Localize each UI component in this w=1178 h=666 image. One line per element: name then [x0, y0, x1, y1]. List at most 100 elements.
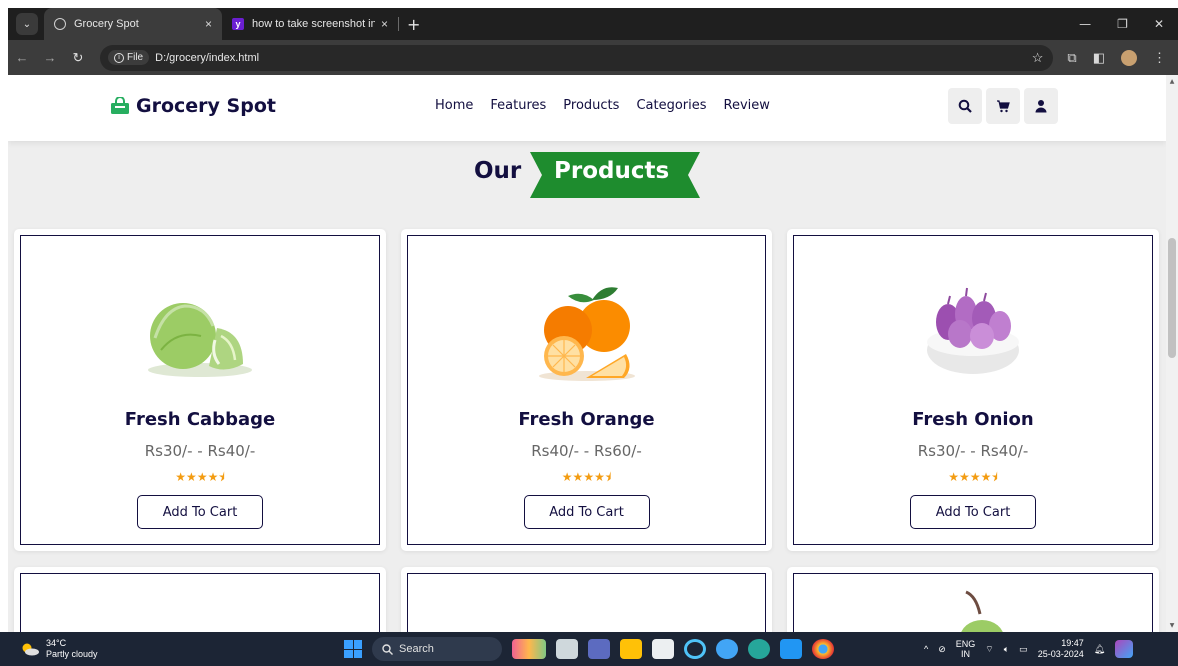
- nav-features[interactable]: Features: [490, 98, 546, 113]
- widgets-icon[interactable]: [512, 639, 546, 659]
- minimize-icon[interactable]: —: [1079, 17, 1091, 31]
- teams-icon[interactable]: [588, 639, 610, 659]
- cortana-icon[interactable]: [684, 639, 706, 659]
- rating-stars: ★★★★⯨: [21, 468, 379, 489]
- windows-start-icon[interactable]: [344, 640, 362, 658]
- cabbage-image: [148, 303, 252, 377]
- product-card: Fresh Cabbage Rs30/- - Rs40/- ★★★★⯨ Add …: [14, 229, 386, 551]
- back-icon[interactable]: ←: [8, 50, 36, 65]
- cart-icon[interactable]: [986, 88, 1020, 124]
- restore-icon[interactable]: ❐: [1117, 17, 1128, 31]
- brand-logo[interactable]: Grocery Spot: [110, 95, 276, 117]
- product-card: [401, 567, 772, 632]
- shopping-bag-icon: [111, 97, 129, 114]
- product-price: Rs30/- - Rs40/-: [144, 442, 256, 460]
- chrome-icon[interactable]: [812, 639, 834, 659]
- browser-toolbar: ← → ↻ i File D:/grocery/index.html ☆ ⧉ ◧…: [8, 40, 1178, 75]
- rating-stars: ★★★★⯨: [794, 468, 1152, 489]
- product-card: [787, 567, 1159, 632]
- store-icon[interactable]: [652, 639, 674, 659]
- screen-border: [0, 0, 1178, 8]
- star-icon: ★: [959, 470, 970, 484]
- scroll-up-icon[interactable]: ▲: [1166, 78, 1178, 85]
- heading-plain: Our: [474, 158, 522, 184]
- browser-tab-inactive[interactable]: y how to take screenshot in lapto ×: [222, 8, 398, 40]
- add-to-cart-button[interactable]: Add To Cart: [523, 495, 650, 529]
- windows-taskbar: 34°C Partly cloudy Search ^ ⊘ ENG IN ⌔ 🔈…: [0, 632, 1178, 666]
- tab-search-button[interactable]: ⌄: [16, 13, 38, 35]
- star-half-icon: ⯨: [604, 470, 612, 484]
- wifi-icon[interactable]: ⌔: [985, 644, 993, 655]
- side-panel-icon[interactable]: ◧: [1093, 50, 1105, 66]
- site-info-chip[interactable]: i File: [108, 50, 150, 65]
- partly-cloudy-icon: [22, 643, 39, 656]
- pear-image: [961, 590, 1003, 632]
- system-tray: ^ ⊘ ENG IN ⌔ 🔈︎ ▭ 19:47 25-03-2024 🔔︎: [924, 632, 1134, 666]
- weather-widget[interactable]: 34°C Partly cloudy: [0, 638, 200, 660]
- close-tab-icon[interactable]: ×: [381, 17, 388, 31]
- app-icon[interactable]: [716, 639, 738, 659]
- close-window-icon[interactable]: ✕: [1154, 17, 1164, 31]
- star-icon: ★: [175, 470, 187, 484]
- toolbar-actions: ⧉ ◧ ⋮: [1067, 49, 1178, 66]
- heading-highlight: Products: [554, 158, 670, 184]
- language-indicator[interactable]: ENG IN: [956, 639, 976, 659]
- taskbar-search[interactable]: Search: [372, 637, 502, 661]
- section-heading: Our Products: [8, 152, 1166, 198]
- page-viewport: Grocery Spot Home Features Products Cate…: [8, 75, 1166, 632]
- product-card: Fresh Onion Rs30/- - Rs40/- ★★★★⯨ Add To…: [787, 229, 1159, 551]
- copilot-icon[interactable]: [1115, 640, 1134, 658]
- star-icon: ★: [196, 470, 208, 484]
- add-to-cart-button[interactable]: Add To Cart: [137, 495, 263, 529]
- page-scrollbar[interactable]: ▲ ▼: [1166, 75, 1178, 632]
- clock[interactable]: 19:47 25-03-2024: [1038, 638, 1084, 660]
- star-icon: ★: [572, 470, 584, 484]
- task-view-icon[interactable]: [556, 639, 578, 659]
- nav-home[interactable]: Home: [435, 98, 473, 113]
- notification-bell-icon[interactable]: 🔔︎: [1094, 644, 1105, 655]
- rating-stars: ★★★★⯨: [408, 468, 765, 489]
- header-icons: [948, 88, 1058, 124]
- search-icon[interactable]: [948, 88, 982, 124]
- browser-menu-icon[interactable]: ⋮: [1153, 50, 1166, 66]
- star-icon: ★: [969, 470, 981, 484]
- orange-image: [538, 287, 635, 381]
- nav-review[interactable]: Review: [724, 98, 770, 113]
- network-off-icon[interactable]: ⊘: [938, 644, 946, 655]
- battery-icon[interactable]: ▭: [1019, 644, 1028, 655]
- nav-products[interactable]: Products: [563, 98, 619, 113]
- product-name: Fresh Onion: [912, 409, 1034, 430]
- edge-icon[interactable]: [748, 639, 770, 659]
- extensions-icon[interactable]: ⧉: [1067, 50, 1076, 66]
- scroll-down-icon[interactable]: ▼: [1166, 622, 1178, 629]
- star-icon: ★: [948, 470, 960, 484]
- user-icon[interactable]: [1024, 88, 1058, 124]
- close-tab-icon[interactable]: ×: [205, 17, 212, 31]
- file-explorer-icon[interactable]: [620, 639, 642, 659]
- weather-condition: Partly cloudy: [46, 649, 98, 659]
- taskbar-apps: Search: [344, 632, 834, 666]
- profile-avatar[interactable]: [1121, 49, 1137, 66]
- vscode-icon[interactable]: [780, 639, 802, 659]
- yahoo-icon: y: [232, 18, 244, 30]
- address-bar[interactable]: i File D:/grocery/index.html ☆: [100, 44, 1054, 71]
- product-name: Fresh Orange: [518, 409, 655, 430]
- new-tab-button[interactable]: +: [407, 15, 420, 34]
- add-to-cart-button[interactable]: Add To Cart: [910, 495, 1036, 529]
- chevron-up-icon[interactable]: ^: [924, 644, 928, 654]
- volume-icon[interactable]: 🔈︎: [1004, 644, 1009, 655]
- star-half-icon: ⯨: [991, 470, 998, 484]
- site-header: Grocery Spot Home Features Products Cate…: [8, 75, 1166, 141]
- star-icon: ★: [561, 470, 573, 484]
- scrollbar-thumb[interactable]: [1168, 238, 1176, 358]
- tab-title: Grocery Spot: [74, 18, 139, 30]
- star-icon: ★: [594, 470, 605, 484]
- bookmark-star-icon[interactable]: ☆: [1032, 50, 1044, 66]
- tab-divider: [398, 17, 399, 31]
- nav-categories[interactable]: Categories: [636, 98, 706, 113]
- browser-tab-active[interactable]: Grocery Spot ×: [44, 8, 222, 40]
- reload-icon[interactable]: ↻: [64, 50, 92, 66]
- forward-icon[interactable]: →: [36, 50, 64, 65]
- browser-tab-strip: ⌄ Grocery Spot × y how to take screensho…: [8, 8, 1178, 40]
- weather-temp: 34°C: [46, 638, 67, 648]
